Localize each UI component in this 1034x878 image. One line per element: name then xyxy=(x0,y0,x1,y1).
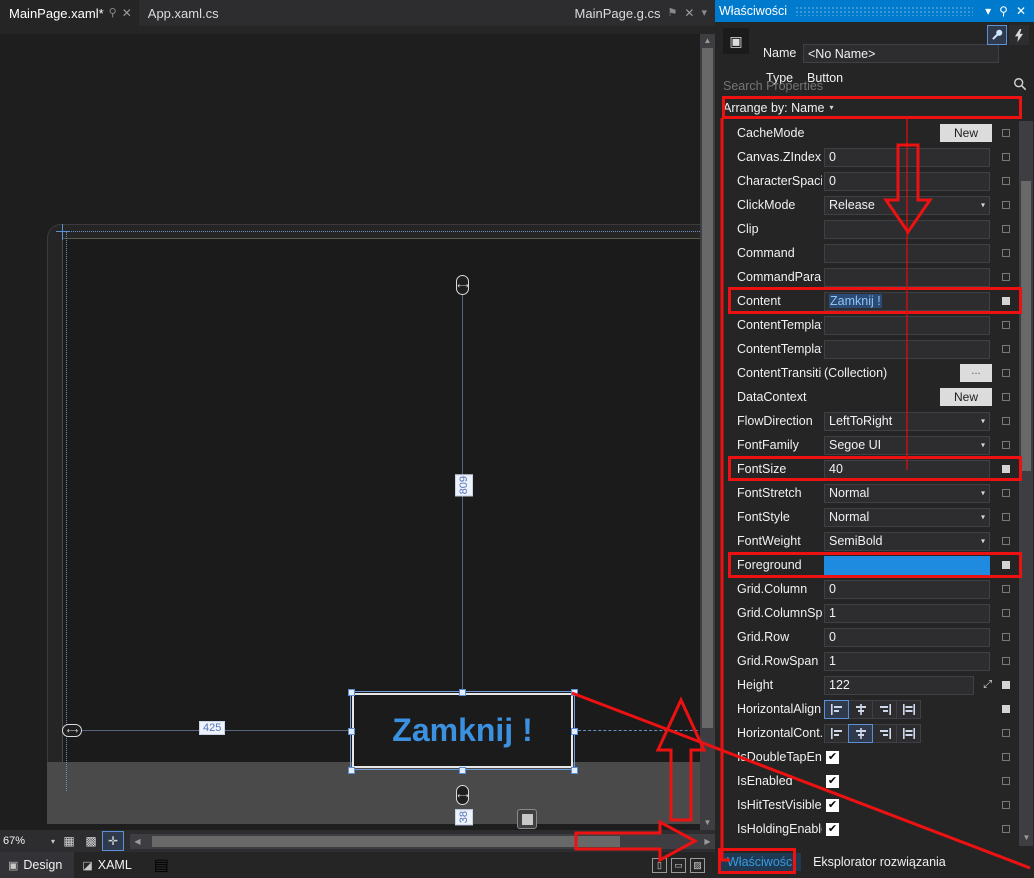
align-option-0[interactable] xyxy=(824,699,849,719)
annotation-overlay xyxy=(571,118,1031,870)
align-option-1[interactable] xyxy=(848,723,873,743)
annotation-left-bracket xyxy=(720,118,730,862)
annotation-down-arrow xyxy=(883,143,933,235)
annotation-up-arrow xyxy=(655,696,707,822)
annotation-right-arrow xyxy=(574,819,699,863)
annotation-diagonal-pointer xyxy=(571,691,1031,870)
